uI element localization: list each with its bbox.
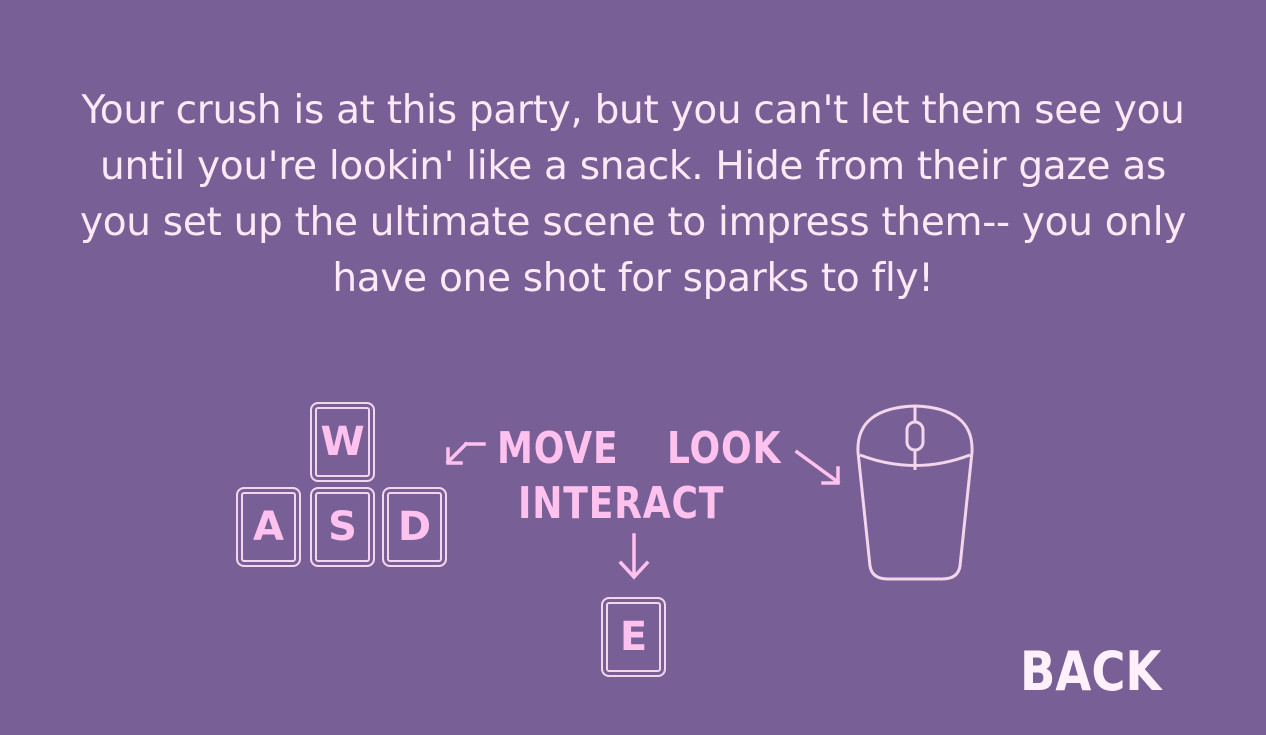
controls-screen: Your crush is at this party, but you can… bbox=[0, 0, 1266, 735]
control-diagram bbox=[445, 404, 974, 581]
arrow-down-right-icon bbox=[794, 449, 841, 485]
back-button[interactable]: BACK bbox=[1020, 641, 1161, 703]
arrow-down-icon bbox=[618, 533, 650, 580]
arrow-down-left-icon bbox=[445, 441, 486, 465]
mouse-icon bbox=[856, 404, 974, 581]
